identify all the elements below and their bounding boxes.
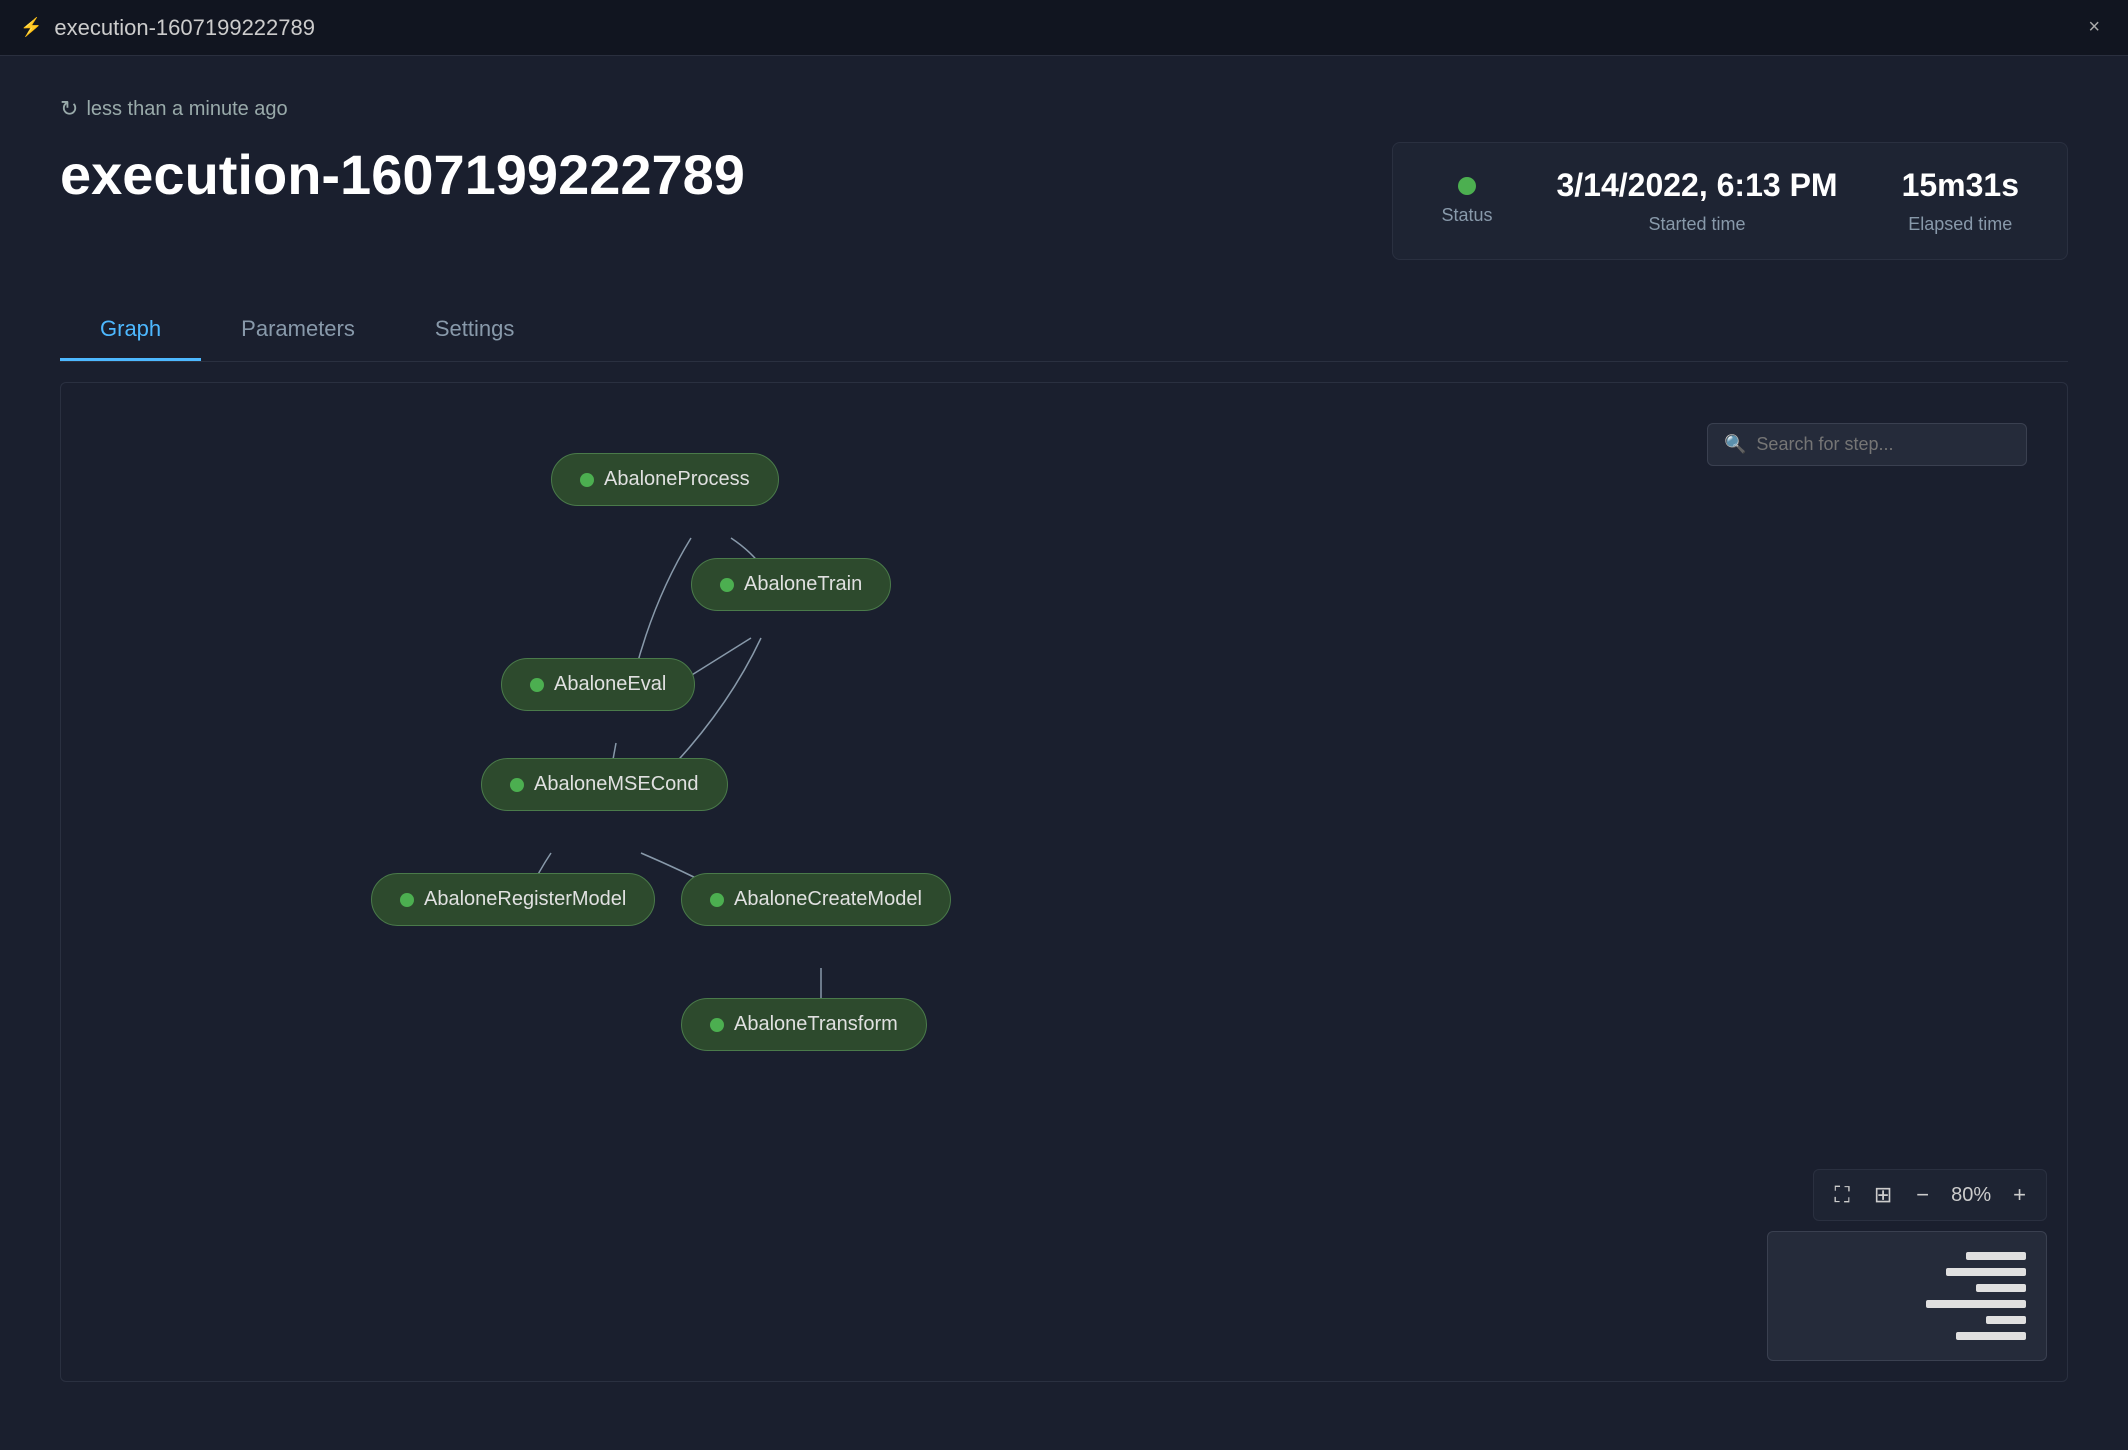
node-dot xyxy=(510,778,524,792)
node-abalone-create-model[interactable]: AbaloneCreateModel xyxy=(681,873,951,926)
status-card: Status 3/14/2022, 6:13 PM Started time 1… xyxy=(1392,142,2068,260)
main-content: ↻ less than a minute ago execution-16071… xyxy=(0,56,2128,1422)
minimap-bar xyxy=(1976,1284,2026,1292)
close-button[interactable]: × xyxy=(2080,12,2108,43)
node-abalone-process[interactable]: AbaloneProcess xyxy=(551,453,779,506)
zoom-controls: ⛶ ⊞ − 80% + xyxy=(1813,1169,2047,1221)
tab-settings[interactable]: Settings xyxy=(395,300,555,361)
node-abalone-register-model[interactable]: AbaloneRegisterModel xyxy=(371,873,655,926)
node-label: AbaloneRegisterModel xyxy=(424,888,626,911)
node-abalone-transform[interactable]: AbaloneTransform xyxy=(681,998,927,1051)
minimap-bar xyxy=(1986,1316,2026,1324)
node-abalone-mse-cond[interactable]: AbaloneMSECond xyxy=(481,758,728,811)
search-input[interactable] xyxy=(1756,434,2010,455)
status-item-time: 3/14/2022, 6:13 PM Started time xyxy=(1556,167,1837,235)
status-value xyxy=(1458,177,1476,195)
zoom-out-button[interactable]: − xyxy=(1906,1178,1939,1212)
grid-view-button[interactable]: ⊞ xyxy=(1864,1176,1902,1214)
fit-view-button[interactable]: ⛶ xyxy=(1824,1176,1859,1214)
minimap-bar xyxy=(1956,1332,2026,1340)
node-abalone-eval[interactable]: AbaloneEval xyxy=(501,658,695,711)
minimap-bar xyxy=(1926,1300,2026,1308)
node-dot xyxy=(720,578,734,592)
started-time-value: 3/14/2022, 6:13 PM xyxy=(1556,167,1837,204)
tab-parameters[interactable]: Parameters xyxy=(201,300,395,361)
zoom-in-button[interactable]: + xyxy=(2003,1178,2036,1212)
search-icon: 🔍 xyxy=(1724,434,1746,455)
page-title: execution-1607199222789 xyxy=(60,142,745,207)
node-label: AbaloneTrain xyxy=(744,573,862,596)
search-bar: 🔍 xyxy=(1707,423,2027,466)
status-item-elapsed: 15m31s Elapsed time xyxy=(1902,167,2019,235)
zoom-level: 80% xyxy=(1943,1184,1999,1207)
minimap-bar xyxy=(1966,1252,2026,1260)
refresh-text: less than a minute ago xyxy=(86,98,287,121)
refresh-icon[interactable]: ↻ xyxy=(60,96,78,122)
elapsed-time-label: Elapsed time xyxy=(1908,214,2012,235)
node-dot xyxy=(710,1018,724,1032)
tab-graph[interactable]: Graph xyxy=(60,300,201,361)
node-dot xyxy=(530,678,544,692)
node-label: AbaloneProcess xyxy=(604,468,750,491)
elapsed-time-value: 15m31s xyxy=(1902,167,2019,204)
status-item-status: Status xyxy=(1441,177,1492,226)
node-dot xyxy=(710,893,724,907)
node-dot xyxy=(580,473,594,487)
minimap xyxy=(1767,1231,2047,1361)
refresh-row: ↻ less than a minute ago xyxy=(60,96,2068,122)
title-bar: ⚡ execution-1607199222789 × xyxy=(0,0,2128,56)
node-abalone-train[interactable]: AbaloneTrain xyxy=(691,558,891,611)
tabs: Graph Parameters Settings xyxy=(60,300,2068,362)
status-dot xyxy=(1458,177,1476,195)
node-label: AbaloneTransform xyxy=(734,1013,898,1036)
node-label: AbaloneEval xyxy=(554,673,666,696)
started-time-label: Started time xyxy=(1649,214,1746,235)
node-dot xyxy=(400,893,414,907)
graph-area: 🔍 true xyxy=(60,382,2068,1382)
header-row: execution-1607199222789 Status 3/14/2022… xyxy=(60,142,2068,260)
node-label: AbaloneCreateModel xyxy=(734,888,922,911)
title-bar-text: execution-1607199222789 xyxy=(54,15,2068,41)
execution-icon: ⚡ xyxy=(20,17,42,38)
minimap-bar xyxy=(1946,1268,2026,1276)
status-label: Status xyxy=(1441,205,1492,226)
node-label: AbaloneMSECond xyxy=(534,773,699,796)
arrows-svg: true true xyxy=(61,383,2067,1381)
minimap-bars xyxy=(1926,1252,2026,1340)
